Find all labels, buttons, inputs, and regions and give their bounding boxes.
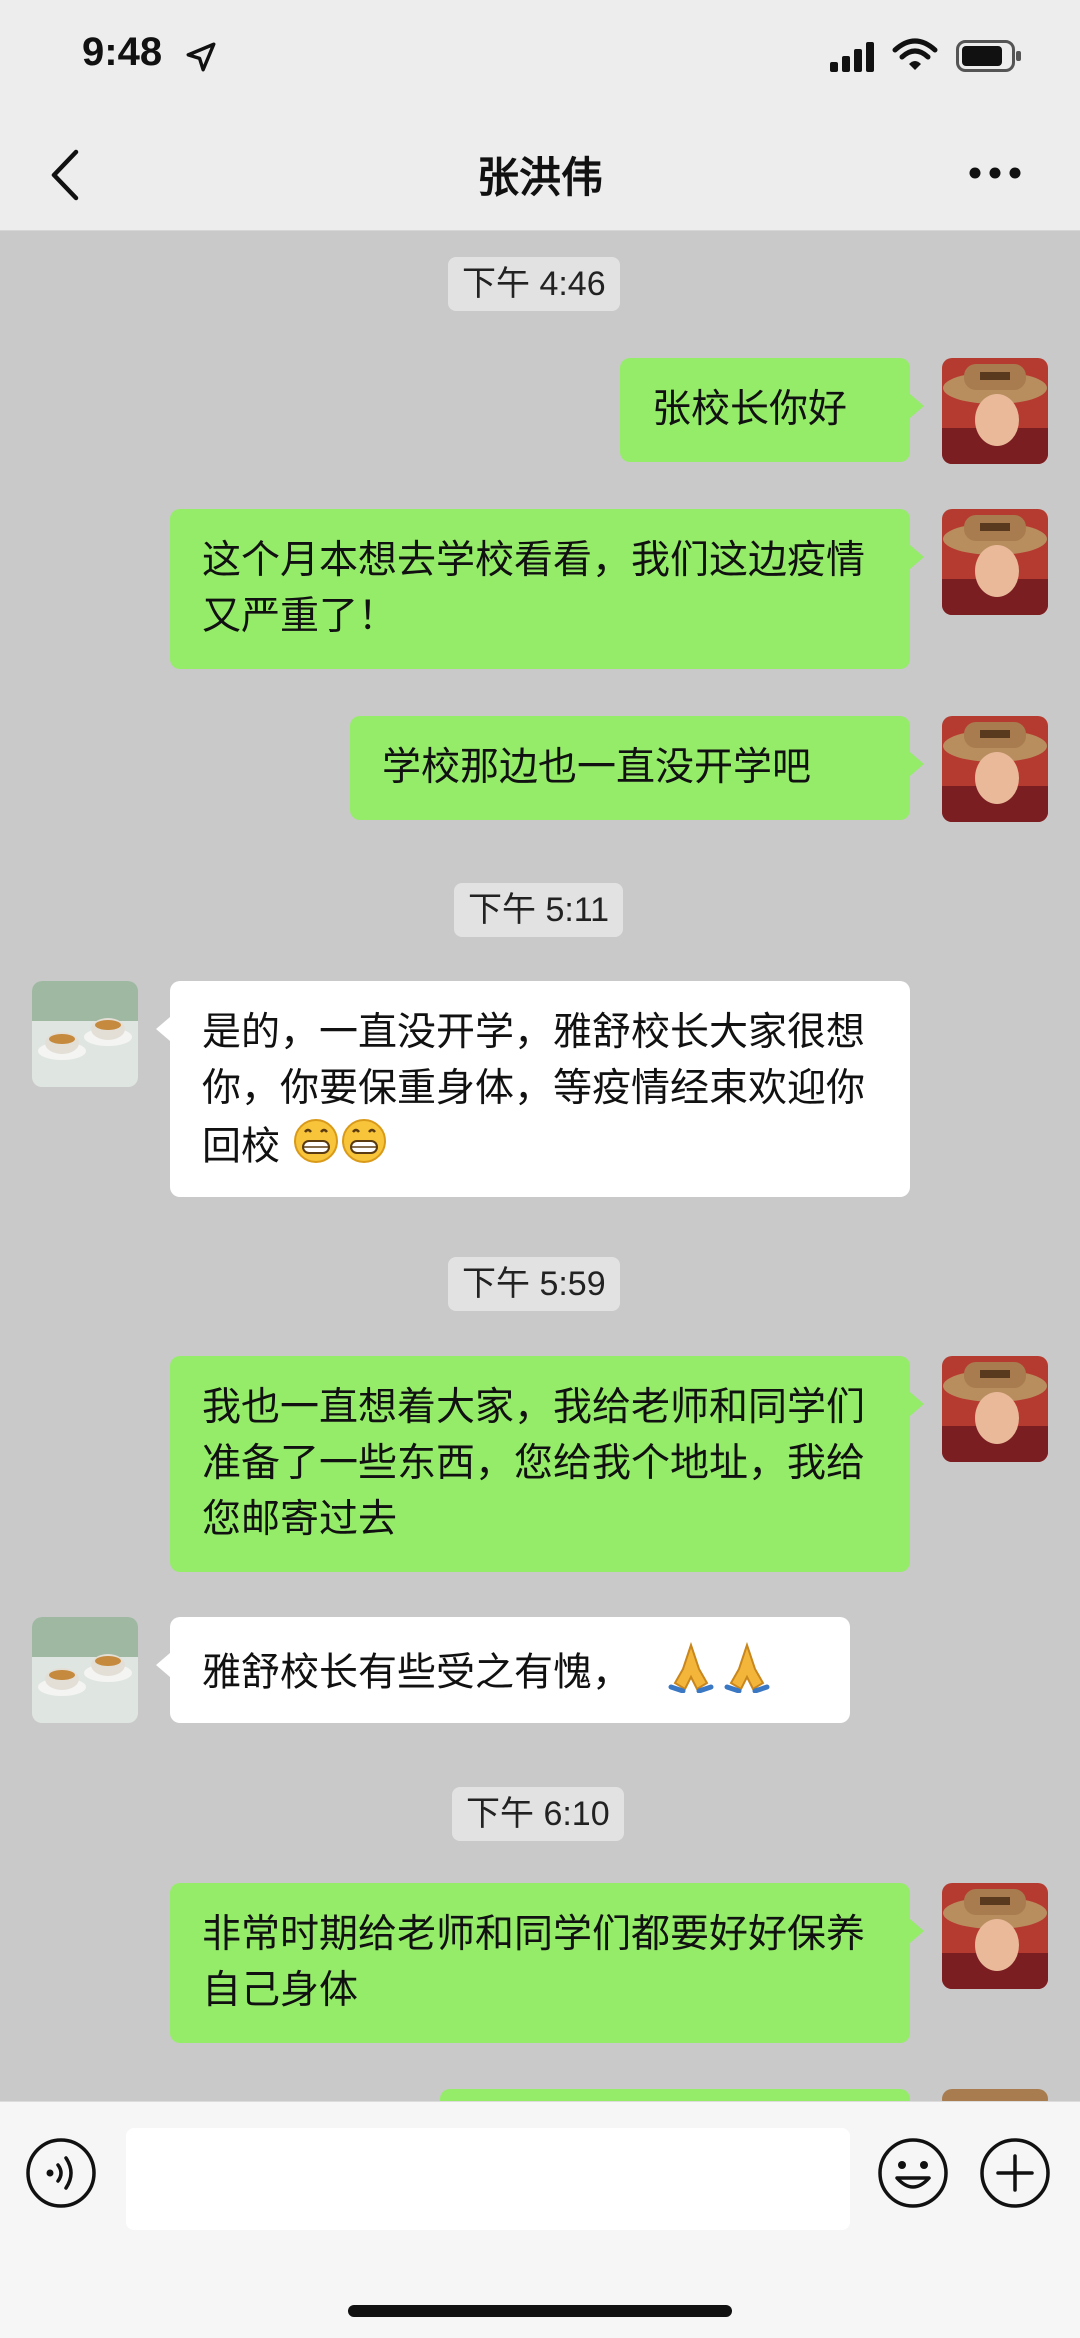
chevron-left-icon[interactable] <box>46 148 86 202</box>
sent-message-bubble[interactable]: 张校长你好 <box>620 358 924 462</box>
my-avatar-image <box>942 1356 1048 1462</box>
folded-hands-emoji <box>719 1641 775 1709</box>
my-avatar-image <box>942 509 1048 615</box>
message-input[interactable] <box>126 2128 850 2230</box>
cellular-signal-icon <box>830 42 874 72</box>
message-text: 雅舒校长有些受之有愧， <box>202 1650 632 1696</box>
my-avatar[interactable] <box>942 509 1048 615</box>
timestamp: 下午 5:59 <box>448 1257 620 1311</box>
message-text: 这个月本想去学校看看，我们这边疫情又严重了！ <box>202 538 866 639</box>
my-avatar[interactable] <box>942 358 1048 464</box>
received-message-bubble[interactable]: 雅舒校长有些受之有愧， <box>156 1617 850 1723</box>
sent-message-bubble[interactable]: 我也一直想着大家，我给老师和同学们准备了一些东西，您给我个地址，我给您邮寄过去 <box>170 1356 924 1572</box>
my-avatar[interactable] <box>942 1356 1048 1462</box>
sent-message-bubble[interactable]: 非常时期给老师和同学们都要好好保养自己身体 <box>170 1883 924 2043</box>
battery-icon <box>956 40 1021 72</box>
status-time: 9:48 <box>82 30 163 74</box>
wifi-icon <box>892 38 938 70</box>
contact-avatar-image <box>32 1617 138 1723</box>
my-avatar-image <box>942 1883 1048 1989</box>
contact-avatar[interactable] <box>32 1617 138 1723</box>
contact-avatar-image <box>32 981 138 1087</box>
location-arrow-icon <box>186 42 216 72</box>
input-bar <box>0 2101 1080 2338</box>
my-avatar-image <box>942 716 1048 822</box>
timestamp: 下午 4:46 <box>448 257 620 311</box>
contact-avatar[interactable] <box>32 981 138 1087</box>
status-bar: 9:48 <box>0 0 1080 120</box>
smiley-icon[interactable] <box>876 2136 950 2210</box>
message-text: 学校那边也一直没开学吧 <box>382 745 812 790</box>
chat-title: 张洪伟 <box>476 153 603 202</box>
message-text: 我也一直想着大家，我给老师和同学们准备了一些东西，您给我个地址，我给您邮寄过去 <box>202 1385 866 1542</box>
more-dots-icon[interactable] <box>968 158 1022 188</box>
chat-area[interactable]: 下午 4:46 张校长你好 这个月本想去学校看看，我们这边疫情又严重了！ 学校那… <box>0 231 1080 2101</box>
home-indicator[interactable] <box>348 2305 732 2317</box>
my-avatar[interactable] <box>942 2089 1048 2101</box>
my-avatar[interactable] <box>942 1883 1048 1989</box>
my-avatar-image <box>942 358 1048 464</box>
received-message-bubble[interactable]: 是的，一直没开学，雅舒校长大家很想你，你要保重身体，等疫情经束欢迎你回校 <box>156 981 910 1197</box>
timestamp: 下午 6:10 <box>452 1787 624 1841</box>
message-text: 张校长你好 <box>652 387 848 432</box>
folded-hands-emoji <box>663 1641 719 1709</box>
message-text: 非常时期给老师和同学们都要好好保养自己身体 <box>202 1912 866 2013</box>
grinning-face-emoji <box>340 1117 388 1181</box>
my-avatar-image <box>942 2089 1048 2101</box>
sent-message-bubble[interactable]: 这个月本想去学校看看，我们这边疫情又严重了！ <box>170 509 924 669</box>
sent-message-bubble-partial[interactable] <box>440 2089 910 2101</box>
plus-circle-icon[interactable] <box>978 2136 1052 2210</box>
sent-message-bubble[interactable]: 学校那边也一直没开学吧 <box>350 716 924 820</box>
grinning-face-emoji <box>292 1117 340 1181</box>
timestamp: 下午 5:11 <box>454 883 624 937</box>
nav-bar: 张洪伟 <box>0 120 1080 231</box>
voice-icon[interactable] <box>24 2136 98 2210</box>
my-avatar[interactable] <box>942 716 1048 822</box>
